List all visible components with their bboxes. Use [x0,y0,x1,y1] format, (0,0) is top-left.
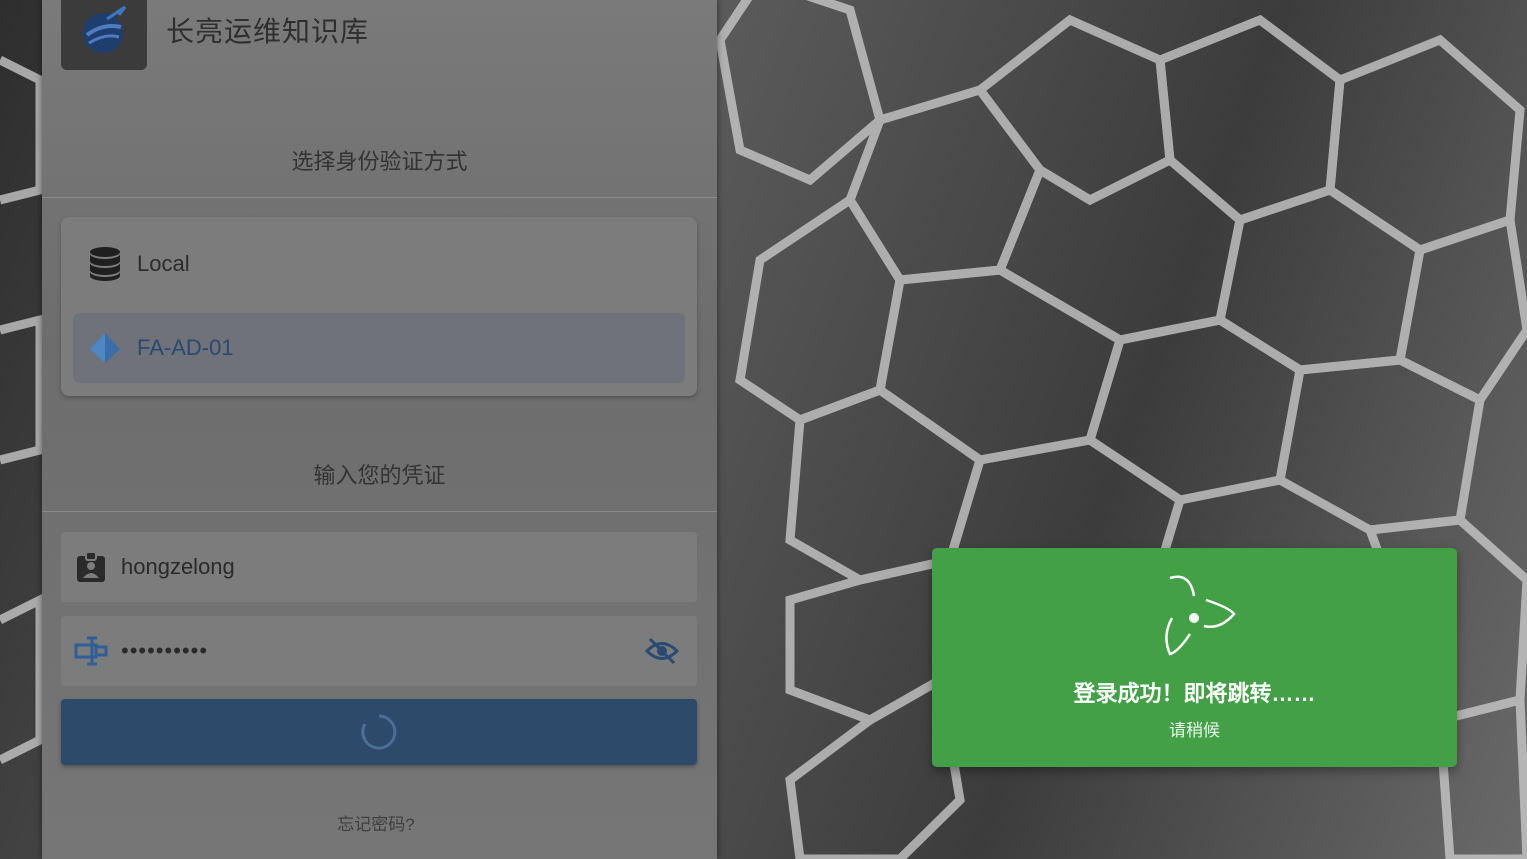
password-value: •••••••••• [121,638,209,663]
app-title: 长亮运维知识库 [166,16,370,47]
provider-item-local[interactable]: Local [73,229,685,299]
username-field[interactable]: hongzelong [61,532,697,602]
app-logo [61,0,147,70]
loading-spinner-icon [361,714,397,750]
auth-provider-list: Local FA-AD-01 [61,217,697,396]
password-field[interactable]: •••••••••• [61,616,697,686]
provider-item-fa-ad-01[interactable]: FA-AD-01 [73,313,685,383]
password-key-icon [61,636,121,666]
credentials-heading: 输入您的凭证 [313,463,446,488]
username-value: hongzelong [121,554,235,579]
id-badge-icon [61,551,121,583]
diamond-icon [73,331,137,365]
toast-title: 登录成功！即将跳转…… [1073,681,1316,706]
provider-label: FA-AD-01 [137,335,234,360]
divider [42,197,717,198]
forgot-password-link[interactable]: 忘记密码? [42,810,710,835]
login-panel: 长亮运维知识库 选择身份验证方式 Local FA-AD-01 输入您的凭证 h… [42,0,717,859]
divider [42,511,717,512]
loading-spinner-icon [1165,575,1236,656]
provider-label: Local [137,251,190,276]
globe-logo-icon [83,5,127,53]
toast-subtitle: 请稍候 [1169,721,1220,740]
database-icon [73,246,137,282]
auth-method-heading: 选择身份验证方式 [291,149,468,174]
login-success-toast: 登录成功！即将跳转…… 请稍候 [932,548,1457,767]
eye-off-icon[interactable] [644,636,680,672]
login-button[interactable] [61,699,697,765]
